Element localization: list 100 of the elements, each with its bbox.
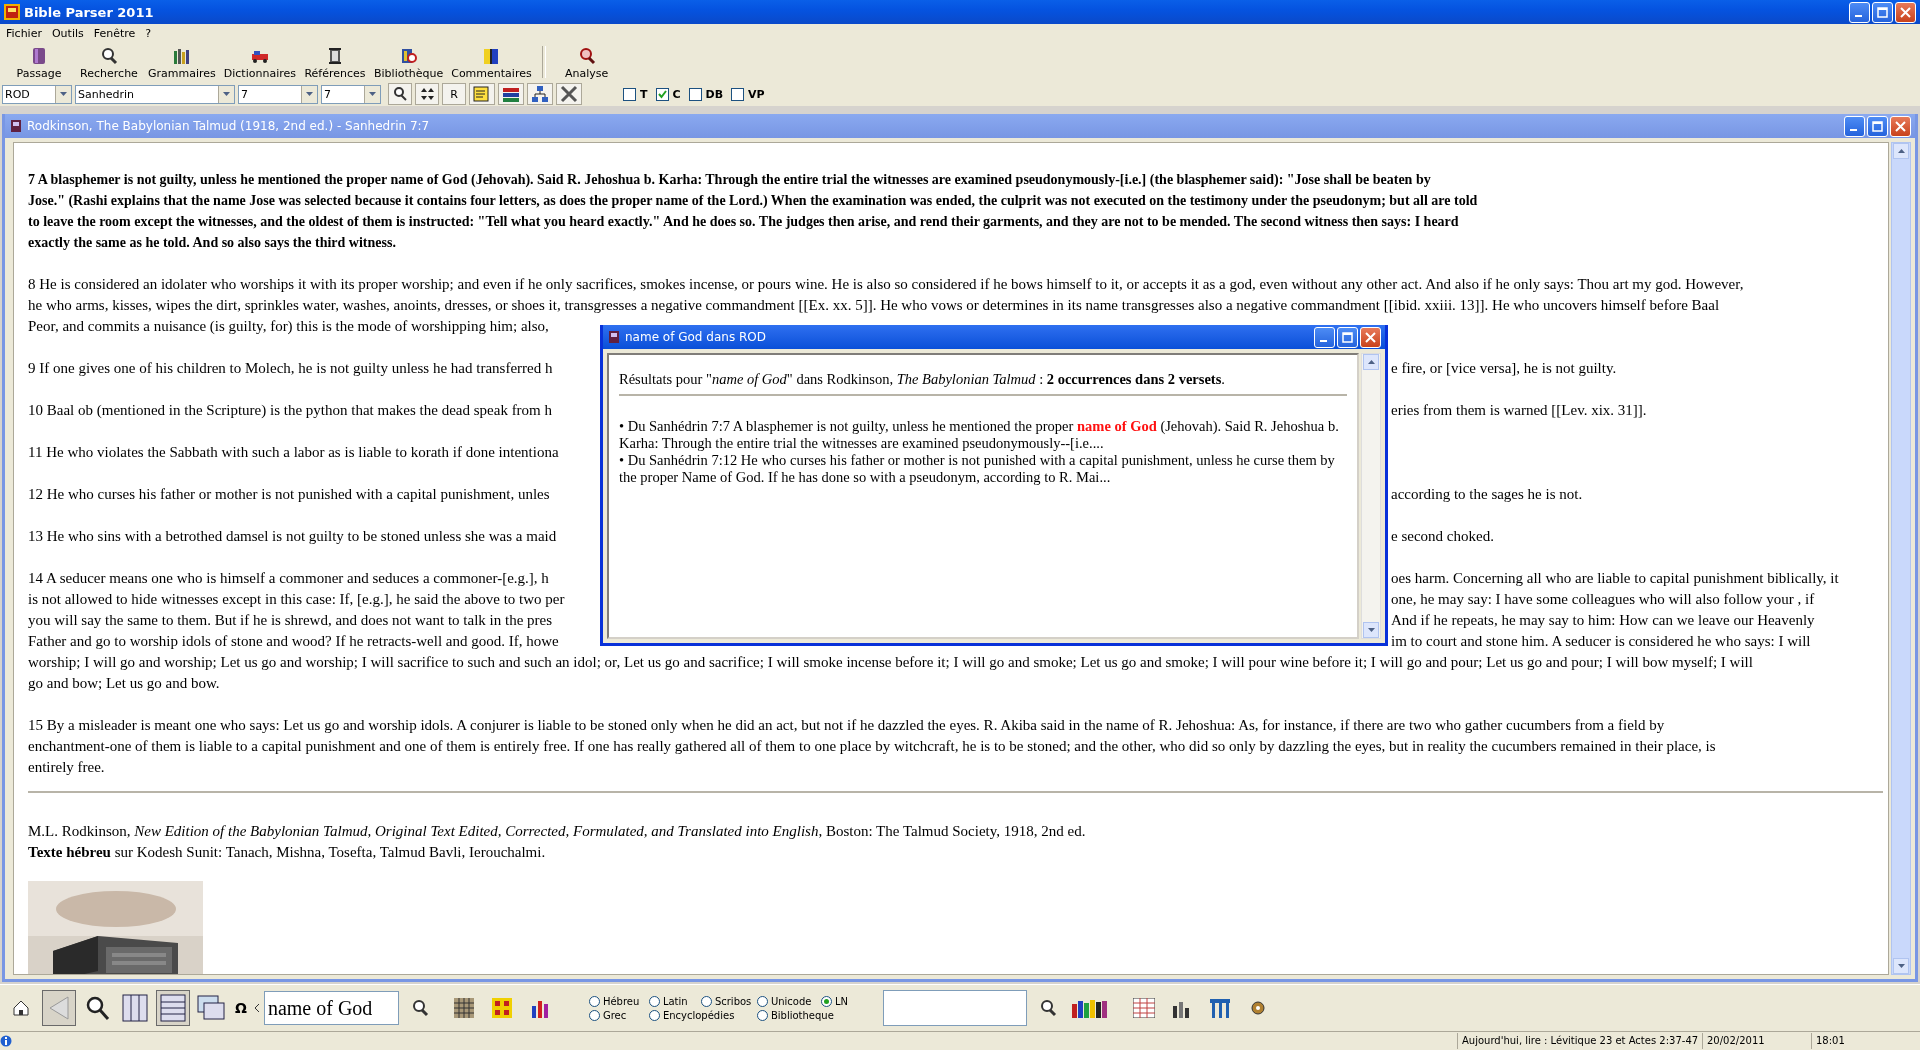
magnifier-icon: [84, 995, 110, 1021]
toolbar-button[interactable]: Grammaires: [144, 42, 220, 82]
text-line: oes harm. Concerning all who are liable to capital punishment biblically, it: [1391, 569, 1839, 588]
books-icon: [172, 47, 191, 65]
check-icon: [657, 89, 667, 99]
text-line: is not allowed to hide witnesses except in this case: If, [e.g.], he said the above to two per: [28, 590, 565, 609]
text-line: one, he may say: I have some colleagues who will also follow your , if: [1391, 590, 1815, 609]
maximize-button[interactable]: [1872, 1, 1893, 23]
maximize-icon: [1872, 120, 1883, 132]
maximize-button[interactable]: [1337, 326, 1358, 348]
up-arrow-icon: [1367, 360, 1375, 364]
books-icon: [502, 85, 520, 103]
library-icon: [399, 47, 418, 65]
radio-button[interactable]: Hébreu: [588, 995, 649, 1007]
layout-button[interactable]: [156, 990, 190, 1026]
close-button[interactable]: [1890, 115, 1911, 137]
minimize-button[interactable]: [1844, 115, 1865, 137]
scrollbar[interactable]: [1361, 353, 1381, 639]
radio-button[interactable]: Encyclopédies: [648, 1009, 757, 1021]
down-arrow-icon: [306, 92, 313, 96]
toolbar-button[interactable]: Passage: [4, 42, 74, 82]
input-field[interactable]: [882, 990, 1027, 1026]
minimize-button[interactable]: [1314, 326, 1335, 348]
dropdown[interactable]: 7: [321, 84, 381, 104]
dropdown[interactable]: ROD: [2, 84, 72, 104]
minimize-icon: [1854, 14, 1862, 17]
book-icon: [30, 47, 48, 65]
r-button[interactable]: R: [442, 83, 466, 105]
toolbar-button[interactable]: Dictionnaires: [219, 42, 300, 82]
dropdown[interactable]: Sanhedrin: [75, 84, 235, 104]
toolbar-button[interactable]: Commentaires: [447, 42, 536, 82]
toolbar-button[interactable]: [498, 83, 524, 105]
toolbar-button[interactable]: [556, 83, 582, 105]
radio-button[interactable]: Latin: [648, 995, 701, 1007]
text-line: 13 He who sins with a betrothed damsel is not guilty to be stoned unless she was a maid: [28, 527, 557, 546]
text-line: 7 A blasphemer is not guilty, unless he mentioned the proper name of God (Jehovah). Said R. Jehoshua b. Karha: Through the entire trial the witnesses are examined pseudonymously-[i.e.] (the blasphemer said): "Jose shall be beaten by: [28, 171, 1431, 189]
columns-icon: [1208, 998, 1231, 1018]
menu-item[interactable]: Fenêtre: [89, 26, 140, 40]
text-line: 11 He who violates the Sabbath with such a labor as is liable to korath if done intentiona: [28, 443, 559, 462]
toolbar-button[interactable]: Recherche: [74, 42, 144, 82]
menu-item[interactable]: Fichier: [2, 26, 46, 40]
caret-icon: [253, 1003, 260, 1013]
checkbox-label: C: [672, 87, 681, 101]
toolbar-button[interactable]: Bibliothèque: [370, 42, 448, 82]
text-line: worship; I will go and worship; Let us go and worship; I will sacrifice to such and such an idol; or, Let us go and sacrifice; I will smoke incense before it; I will go and smoke; Let us go and smoke; I will pour wine before it; I will go and pour; Let us go and pour; I will bow myself; I will: [28, 653, 1753, 672]
magnifier-icon: [100, 47, 118, 65]
text-line: 15 By a misleader is meant one who says: Let us go and worship idols. A conjurer is liable to be stoned only when he did an act, but not if he dazzled the eyes. R. Akiba said in the name of R. Jehoshua: As, for instance, if there are two who gather cucumbers from a field by: [28, 716, 1665, 735]
menu-item[interactable]: ?: [141, 26, 156, 40]
app-logo-icon: [4, 4, 20, 20]
popup-title: name of God dans ROD: [625, 330, 767, 344]
text-line: 12 He who curses his father or mother is not punished with a capital punishment, unles: [28, 485, 550, 504]
text-line: go and bow; Let us go and bow.: [28, 674, 220, 693]
minimize-button[interactable]: [1849, 1, 1870, 23]
close-icon: [1895, 120, 1906, 132]
search-field[interactable]: name of God: [263, 991, 399, 1025]
status-date: 20/02/2011: [1702, 1033, 1811, 1049]
toolbar-button[interactable]: Références: [300, 42, 370, 82]
close-icon: [1900, 6, 1911, 18]
checkbox[interactable]: [731, 87, 745, 101]
radio-button[interactable]: Bibliotheque: [756, 1009, 861, 1021]
text-line: 8 He is considered an idolater who worships it with its proper worship; and even if he only sacrifices, smokes incense, or pours wine. He is also so considered if he bows himself to it, or accepts it as a god, even without any other act. And also if he only says: Thou art my god. However,: [28, 275, 1744, 294]
magnifier-icon: [577, 47, 596, 65]
radio-button[interactable]: Scribos: [700, 995, 757, 1007]
search-button[interactable]: [388, 83, 412, 105]
windows-icon: [197, 995, 225, 1021]
menu-item[interactable]: Outils: [47, 26, 88, 40]
spin-button[interactable]: [415, 83, 439, 105]
dropdown[interactable]: 7: [238, 84, 318, 104]
close-button[interactable]: [1360, 326, 1381, 348]
text-line: Jose." (Rashi explains that the name Jose was selected because it contains four letters, as does the proper name of the Lord.) When the examination was ended, the culprit was not executed on the testimony under the pseudonym; but all are told: [28, 192, 1478, 210]
scroll-icon: [326, 47, 344, 65]
maximize-icon: [1877, 6, 1888, 18]
radio-button[interactable]: LN: [820, 995, 861, 1007]
omega-button[interactable]: Ω: [232, 990, 250, 1026]
checkbox[interactable]: [688, 87, 702, 101]
book-icon: [9, 119, 23, 133]
document-icon: [473, 85, 491, 103]
text-line: to leave the room except the witnesses, and the oldest of them is instructed: "Tell what you heard exactly." And he does so. The judges then arise, and rend their garments, and they are not to be mended. The second witness then says: I heard: [28, 213, 1459, 231]
window-title: Bible Parser 2011: [24, 4, 155, 20]
radio-button[interactable]: Grec: [588, 1009, 649, 1021]
checkbox[interactable]: [623, 87, 636, 101]
text-line: he who arms, kisses, wipes the dirt, sprinkles water, washes, anoints, dresses, or shoes it, transgresses a negative commandment [[Ex. xx. 5]]. He who vows or determines in its name transgresses also a negative commandment [[ibid. xxiii. 13]]. He who uncovers himself before Baal: [28, 296, 1720, 315]
search-icon: [392, 86, 408, 102]
back-button[interactable]: [42, 990, 76, 1026]
up-arrow-icon: [1897, 149, 1905, 153]
bar-chart-icon: [529, 998, 550, 1018]
maximize-button[interactable]: [1867, 115, 1888, 137]
tools-icon: [560, 85, 578, 103]
search-icon: [1038, 999, 1057, 1017]
checkbox[interactable]: [655, 87, 669, 101]
hierarchy-icon: [531, 85, 549, 103]
toolbar-button[interactable]: Analyse: [551, 42, 622, 82]
scrollbar[interactable]: [1891, 142, 1911, 975]
radio-button[interactable]: Unicode: [756, 995, 821, 1007]
checkbox-label: VP: [748, 87, 765, 101]
document-title: Rodkinson, The Babylonian Talmud (1918, 2nd ed.) - Sanhedrin 7:7: [27, 119, 431, 133]
grid-icon: [491, 998, 512, 1018]
text-line: entirely free.: [28, 758, 105, 777]
search-result: • Du Sanhédrin 7:7 A blasphemer is not guilty, unless he mentioned the proper name of God (Jehovah). Said R. Jehoshua b. Karha: Through the entire trial the witnesses are examined pseudonymously--[i.e....: [619, 418, 1340, 452]
close-button[interactable]: [1895, 1, 1916, 23]
